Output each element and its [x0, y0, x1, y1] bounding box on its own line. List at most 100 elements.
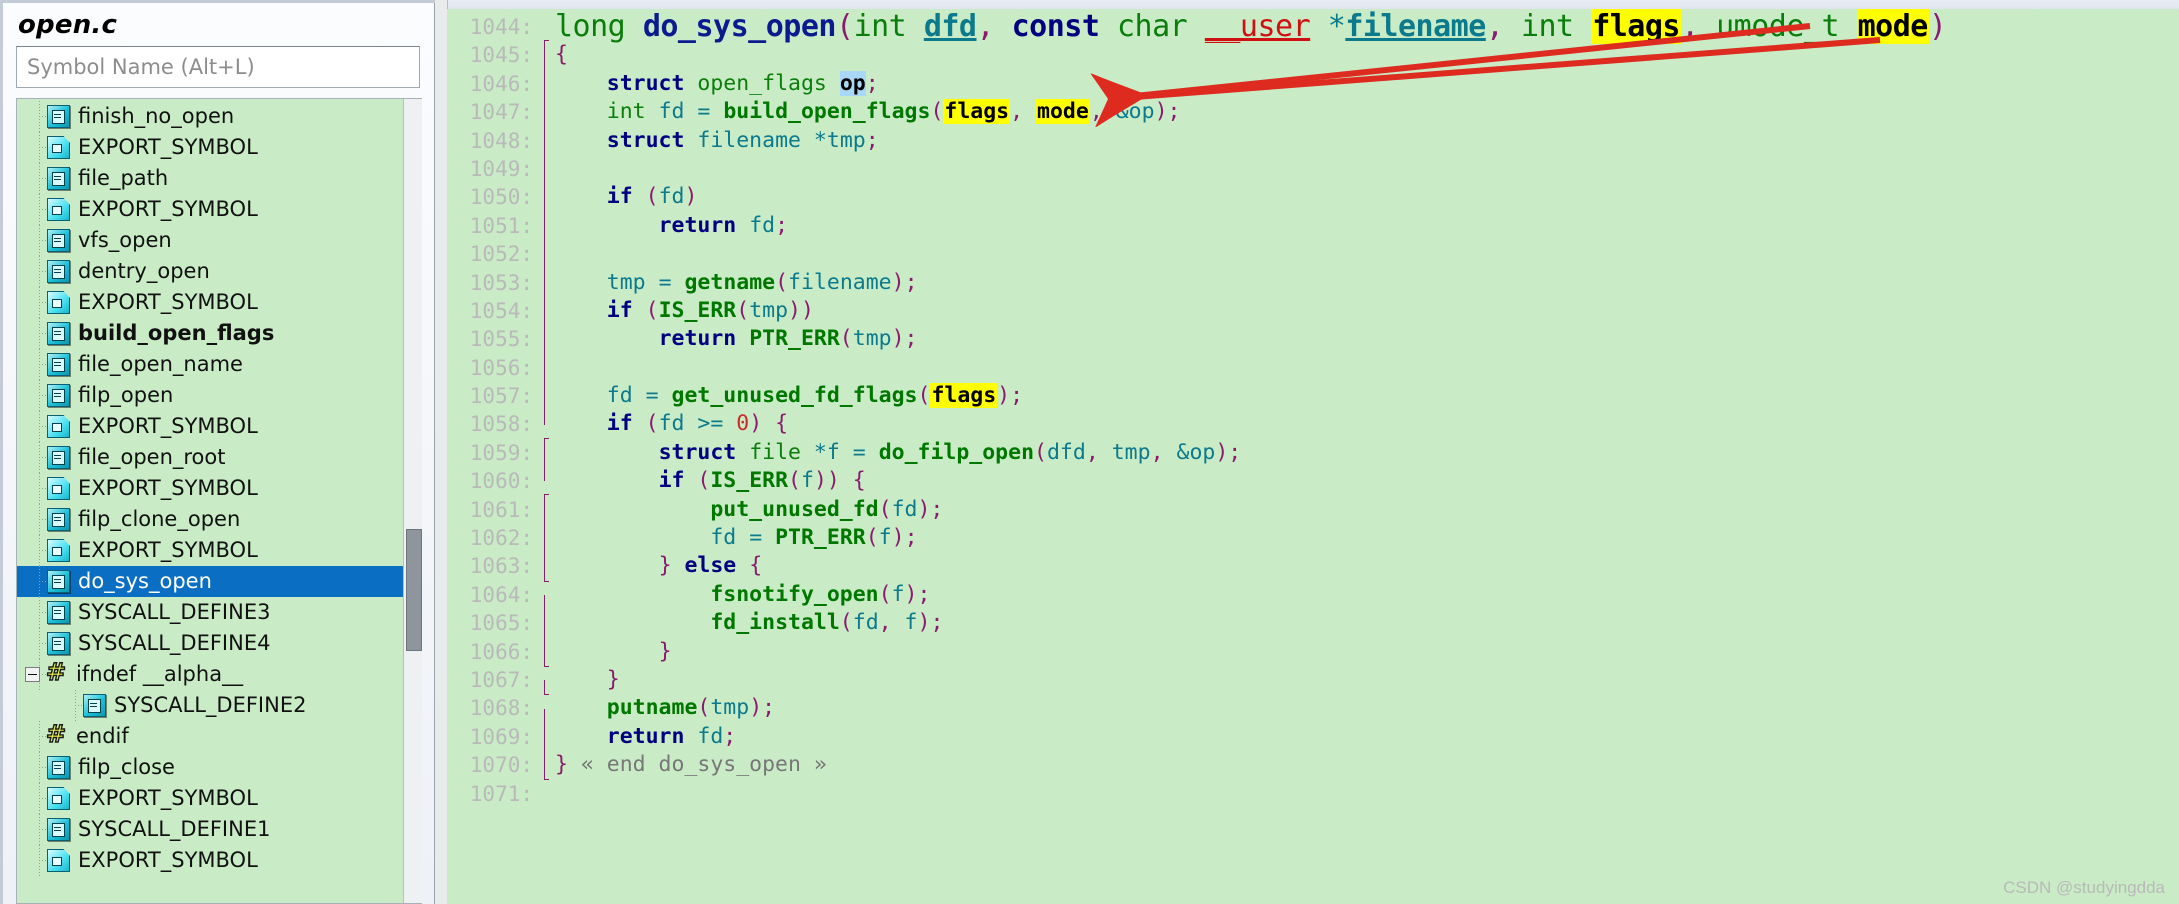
code-line[interactable]: 1071: [447, 780, 2179, 808]
code-line[interactable]: 1054: if (IS_ERR(tmp)) [447, 297, 2179, 340]
symbol-icon [47, 260, 70, 283]
line-number: 1055: [469, 327, 533, 352]
line-number: 1068: [469, 696, 533, 721]
symbol-search-input[interactable]: Symbol Name (Alt+L) [16, 46, 420, 88]
code-lines[interactable]: 1044: long do_sys_open(int dfd, const cha… [447, 9, 2179, 904]
code-text: fd = PTR_ERR(f); [710, 525, 918, 551]
fold-marker [544, 453, 545, 482]
code-line[interactable]: 1066: } [447, 638, 2179, 667]
symbol-tree-item[interactable]: EXPORT_SYMBOL [17, 132, 403, 163]
code-line[interactable]: 1064: fsnotify_open(f); [447, 581, 2179, 624]
code-line[interactable]: 1069: return fd; [447, 723, 2179, 766]
symbol-tree[interactable]: finish_no_open EXPORT_SYMBOL file_path EXPO… [17, 99, 403, 903]
symbol-icon [47, 353, 70, 376]
symbol-tree-scrollbar-thumb[interactable] [406, 529, 422, 651]
code-line[interactable]: 1046: struct open_flags op; [447, 70, 2179, 113]
symbol-tree-item[interactable]: finish_no_open [17, 101, 403, 132]
code-text: fd = get_unused_fd_flags(flags); [606, 383, 1024, 409]
code-line[interactable]: 1049: [447, 155, 2179, 198]
symbol-tree-item-label: vfs_open [78, 228, 172, 252]
symbol-tree-item[interactable]: SYSCALL_DEFINE3 [17, 597, 403, 628]
symbol-tree-item[interactable]: file_path [17, 163, 403, 194]
fold-marker [544, 311, 545, 340]
highlighted-token: mode [1036, 99, 1090, 125]
fold-marker [544, 494, 549, 511]
code-line[interactable]: 1053: tmp = getname(filename); [447, 269, 2179, 312]
code-line[interactable]: 1070:} « end do_sys_open » [447, 751, 2179, 781]
symbol-icon [47, 322, 70, 345]
fold-marker [544, 367, 545, 397]
code-line[interactable]: 1047: int fd = build_open_flags(flags, m… [447, 98, 2179, 141]
code-line[interactable]: 1059: struct file *f = do_filp_open(dfd,… [447, 439, 2179, 482]
symbol-tree-item[interactable]: SYSCALL_DEFINE4 [17, 628, 403, 659]
symbol-tree-item[interactable]: file_open_name [17, 349, 403, 380]
code-line[interactable]: 1045: { [447, 41, 2179, 84]
code-line[interactable]: 1062: fd = PTR_ERR(f); [447, 524, 2179, 567]
line-number: 1069: [469, 724, 533, 749]
fold-marker [544, 254, 545, 283]
symbol-tree-item[interactable]: vfs_open [17, 225, 403, 256]
symbol-tree-item[interactable]: filp_close [17, 752, 403, 783]
code-line[interactable]: 1048: struct filename *tmp; [447, 127, 2179, 170]
line-number: 1060: [469, 469, 533, 494]
tree-collapse-icon[interactable] [25, 667, 40, 682]
line-number: 1067: [469, 667, 533, 692]
symbol-tree-item[interactable]: EXPORT_SYMBOL [17, 473, 403, 504]
line-number: 1046: [469, 71, 533, 96]
file-title: open.c [18, 10, 118, 40]
code-line[interactable]: 1061: put_unused_fd(fd); [447, 496, 2179, 539]
symbol-tree-item[interactable]: endif [17, 721, 403, 752]
symbol-tree-item-label: filp_clone_open [78, 507, 241, 531]
code-line[interactable]: 1068: putname(tmp); [447, 694, 2179, 737]
macro-icon [47, 539, 70, 562]
symbol-icon [47, 601, 70, 624]
symbol-tree-item[interactable]: dentry_open [17, 256, 403, 287]
code-line[interactable]: 1063: } else { [447, 552, 2179, 582]
symbol-tree-item[interactable]: SYSCALL_DEFINE1 [17, 814, 403, 845]
macro-icon [47, 415, 70, 438]
fold-marker [544, 708, 545, 737]
code-text: struct file *f = do_filp_open(dfd, tmp, … [658, 439, 1242, 465]
code-line[interactable]: 1067: } [447, 666, 2179, 696]
symbol-tree-item[interactable]: filp_clone_open [17, 504, 403, 535]
symbol-tree-item[interactable]: EXPORT_SYMBOL [17, 783, 403, 814]
symbol-tree-item[interactable]: file_open_root [17, 442, 403, 473]
code-line[interactable]: 1056: [447, 354, 2179, 397]
code-text: struct open_flags op; [606, 70, 879, 96]
code-line[interactable]: 1055: return PTR_ERR(tmp); [447, 325, 2179, 368]
symbol-tree-item[interactable]: SYSCALL_DEFINE2 [17, 690, 403, 721]
code-line[interactable]: 1060: if (IS_ERR(f)) { [447, 467, 2179, 511]
symbol-tree-item[interactable]: filp_open [17, 380, 403, 411]
code-line[interactable]: 1044: long do_sys_open(int dfd, const cha… [447, 9, 2179, 57]
symbol-tree-item[interactable]: EXPORT_SYMBOL [17, 287, 403, 318]
code-line[interactable]: 1065: fd_install(fd, f); [447, 609, 2179, 652]
symbol-tree-item[interactable]: EXPORT_SYMBOL [17, 411, 403, 442]
code-text: if (IS_ERR(tmp)) [606, 297, 814, 323]
symbol-tree-container: finish_no_open EXPORT_SYMBOL file_path EXPO… [16, 98, 422, 904]
symbol-tree-scrollbar[interactable] [403, 99, 422, 903]
symbol-tree-item[interactable]: ifndef __alpha__ [17, 659, 403, 690]
macro-icon [47, 291, 70, 314]
code-text: if (fd) [606, 184, 698, 210]
symbol-tree-item[interactable]: EXPORT_SYMBOL [17, 845, 403, 876]
code-text: fd_install(fd, f); [710, 610, 944, 636]
code-editor-pane[interactable]: 1044: long do_sys_open(int dfd, const cha… [435, 0, 2179, 904]
code-line[interactable]: 1057: fd = get_unused_fd_flags(flags); [447, 382, 2179, 425]
line-number: 1045: [469, 43, 533, 68]
code-text: } « end do_sys_open » [555, 752, 827, 778]
symbol-tree-item-label: EXPORT_SYMBOL [78, 538, 258, 562]
fold-marker [544, 538, 545, 567]
symbol-tree-item[interactable]: do_sys_open [17, 566, 403, 597]
macro-icon [47, 787, 70, 810]
code-line[interactable]: 1051: return fd; [447, 212, 2179, 255]
symbol-tree-item[interactable]: EXPORT_SYMBOL [17, 194, 403, 225]
line-number: 1048: [469, 128, 533, 153]
code-line[interactable]: 1052: [447, 240, 2179, 283]
line-number: 1052: [469, 242, 533, 267]
line-number: 1047: [469, 100, 533, 125]
symbol-tree-item[interactable]: EXPORT_SYMBOL [17, 535, 403, 566]
symbol-tree-item[interactable]: build_open_flags [17, 318, 403, 349]
symbol-tree-item-label: endif [76, 724, 129, 748]
code-line[interactable]: 1050: if (fd) [447, 183, 2179, 226]
code-line[interactable]: 1058: if (fd >= 0) { [447, 410, 2179, 454]
